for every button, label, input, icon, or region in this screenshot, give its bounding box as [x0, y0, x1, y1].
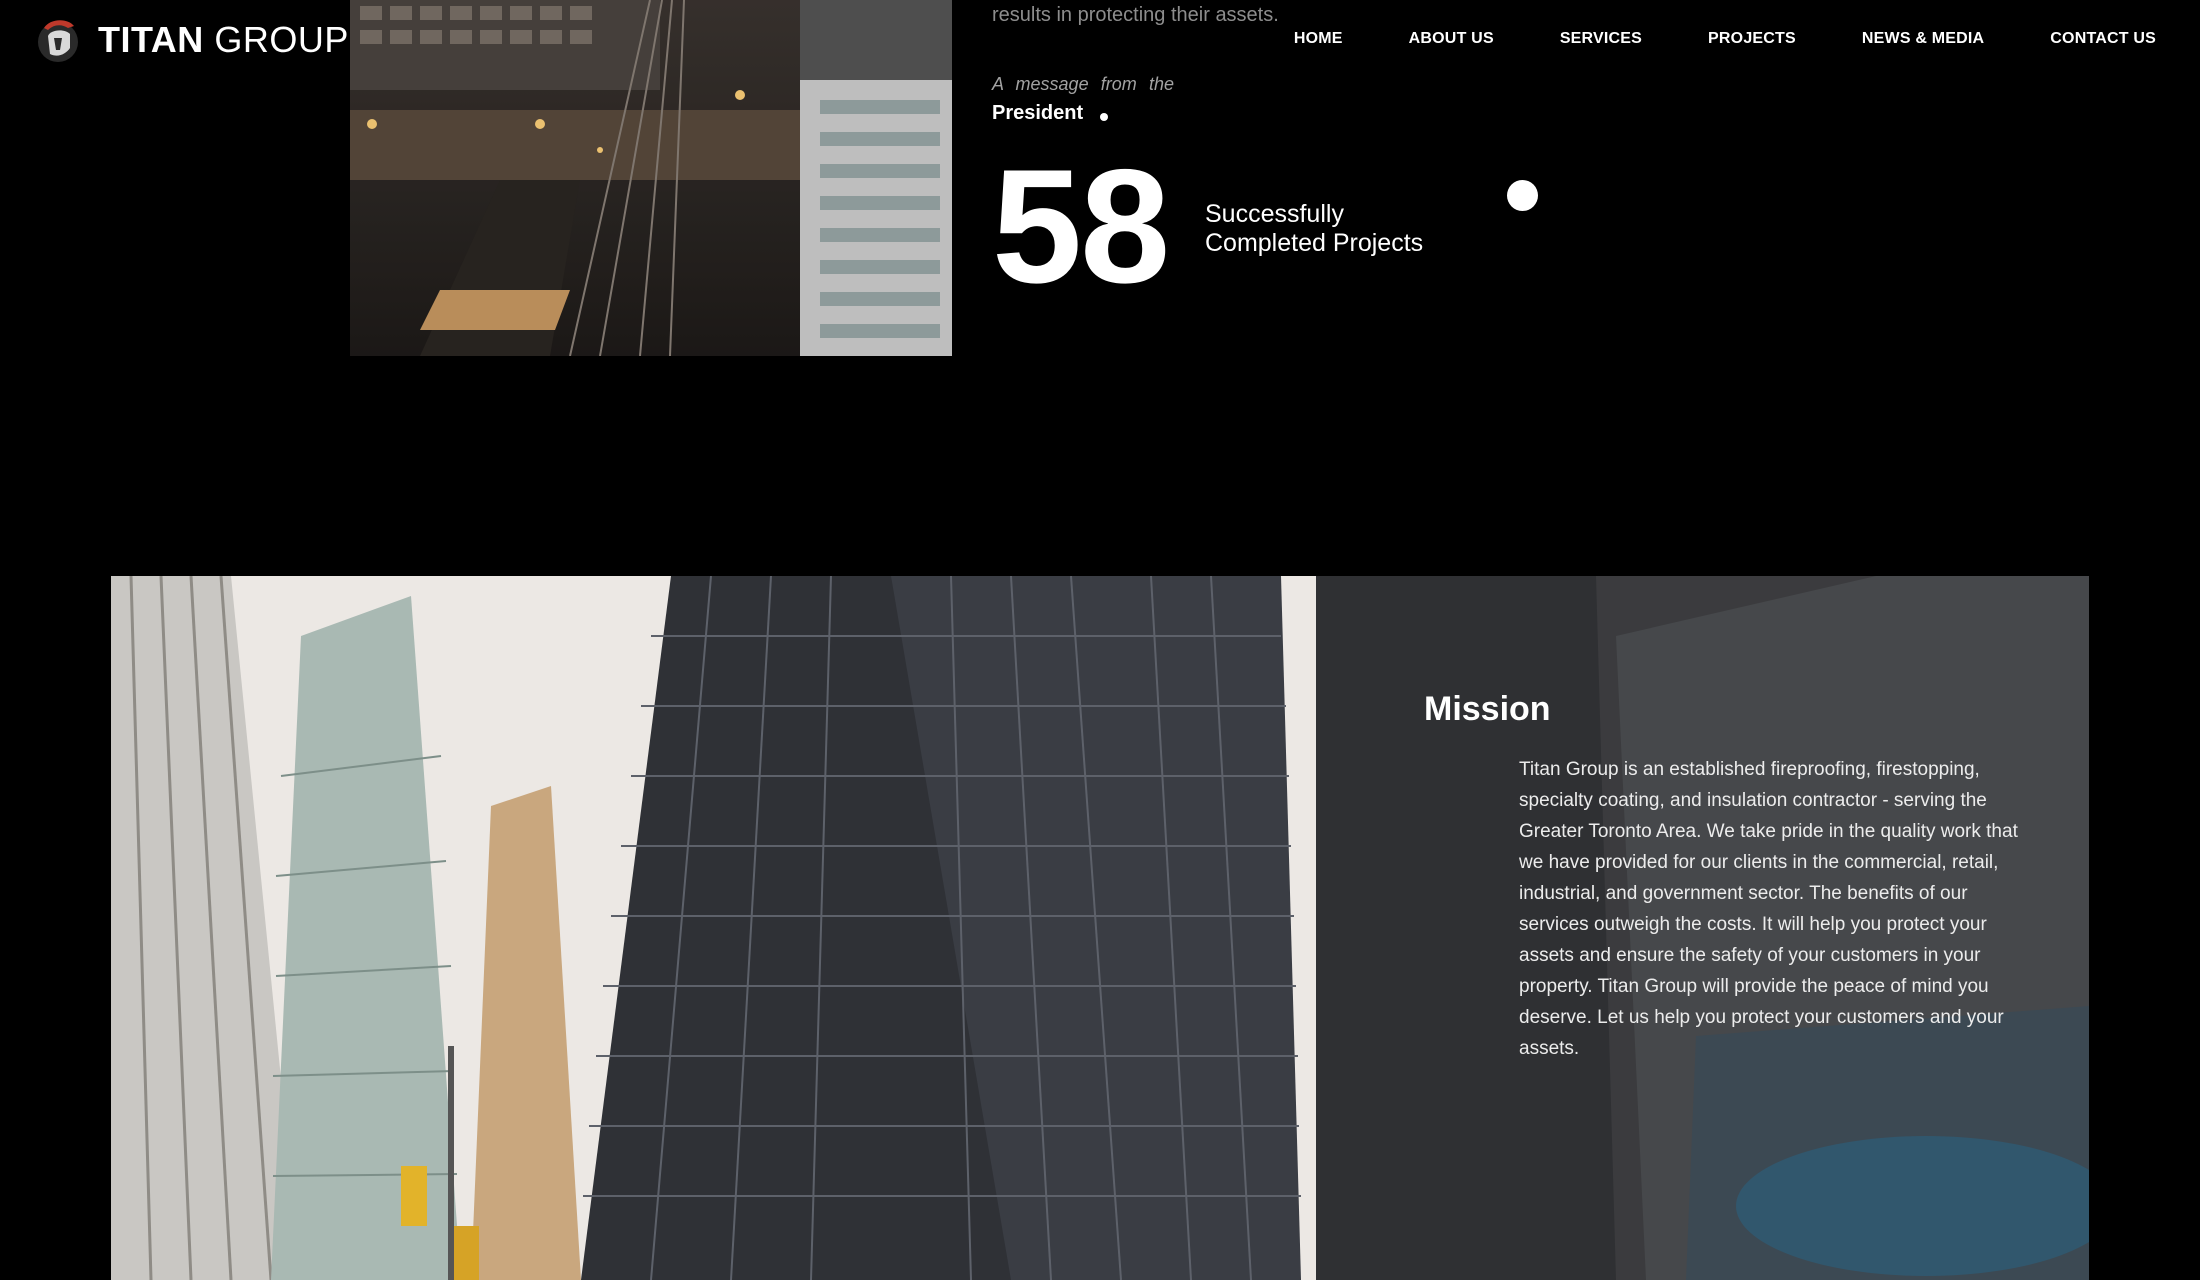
- president-message-line: A message from the: [992, 74, 1174, 94]
- main-nav: HOME ABOUT US SERVICES PROJECTS NEWS & M…: [1228, 30, 2156, 48]
- president-link[interactable]: President: [992, 102, 1083, 125]
- brand-name-light: GROUP: [214, 19, 349, 60]
- page: TITAN GROUP HOME ABOUT US SERVICES PROJE…: [0, 0, 2200, 1280]
- skyscraper-photo: [111, 576, 1316, 1280]
- skyscraper-illustration: [111, 576, 1316, 1280]
- stat-label: Successfully Completed Projects: [1205, 200, 1423, 258]
- brand-logo[interactable]: TITAN GROUP: [32, 14, 349, 66]
- city-night-illustration: [350, 0, 952, 356]
- intro-assets-line: results in protecting their assets.: [992, 4, 1279, 26]
- nav-services[interactable]: SERVICES: [1560, 30, 1642, 48]
- brand-name: TITAN GROUP: [98, 14, 349, 66]
- stat-label-line2: Completed Projects: [1205, 229, 1424, 257]
- slider-dot-small[interactable]: [1100, 113, 1108, 121]
- nav-home[interactable]: HOME: [1294, 30, 1343, 48]
- city-night-photo: [350, 0, 952, 356]
- brand-name-bold: TITAN: [98, 19, 204, 60]
- mission-text: Titan Group is an established fireproofi…: [1519, 759, 2018, 1059]
- spartan-helmet-logo-icon: [38, 20, 78, 62]
- stat-label-line1: Successfully: [1205, 200, 1344, 228]
- stat-number: 58: [992, 136, 1170, 317]
- mission-title: Mission: [1424, 690, 1551, 728]
- nav-about-us[interactable]: ABOUT US: [1409, 30, 1494, 48]
- slider-dot-large[interactable]: [1507, 180, 1538, 211]
- nav-contact-us[interactable]: CONTACT US: [2050, 30, 2156, 48]
- nav-projects[interactable]: PROJECTS: [1708, 30, 1796, 48]
- nav-news-media[interactable]: NEWS & MEDIA: [1862, 30, 1984, 48]
